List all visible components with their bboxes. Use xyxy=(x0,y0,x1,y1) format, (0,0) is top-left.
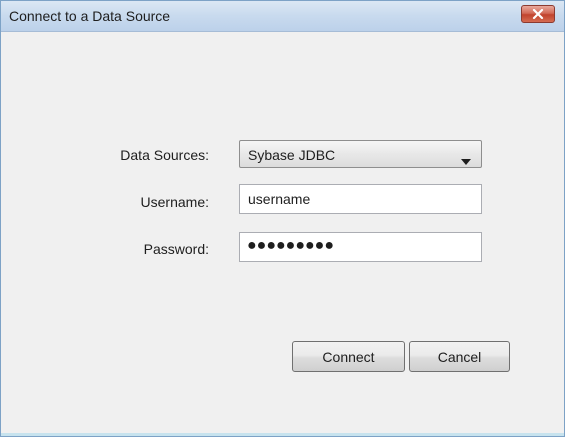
window-bottom-border xyxy=(1,433,564,436)
username-value: username xyxy=(248,191,311,207)
dialog-body: Data Sources: Sybase JDBC Username: user… xyxy=(2,32,563,432)
connect-button[interactable]: Connect xyxy=(292,341,405,372)
chevron-down-icon[interactable] xyxy=(461,152,471,170)
dialog-window: Connect to a Data Source Data Sources: S… xyxy=(0,0,565,437)
username-label: Username: xyxy=(140,194,209,210)
password-label: Password: xyxy=(143,241,209,257)
data-source-select[interactable]: Sybase JDBC xyxy=(239,140,482,168)
close-icon xyxy=(532,9,544,19)
username-field[interactable]: username xyxy=(239,184,482,214)
data-sources-label: Data Sources: xyxy=(120,147,209,163)
title-bar[interactable]: Connect to a Data Source xyxy=(1,1,564,32)
cancel-button[interactable]: Cancel xyxy=(409,341,510,372)
window-title: Connect to a Data Source xyxy=(9,8,171,24)
password-field[interactable]: ●●●●●●●●● xyxy=(239,232,482,262)
password-masked-value: ●●●●●●●●● xyxy=(247,237,334,254)
data-source-selected-value: Sybase JDBC xyxy=(248,147,336,163)
close-button[interactable] xyxy=(521,5,555,23)
